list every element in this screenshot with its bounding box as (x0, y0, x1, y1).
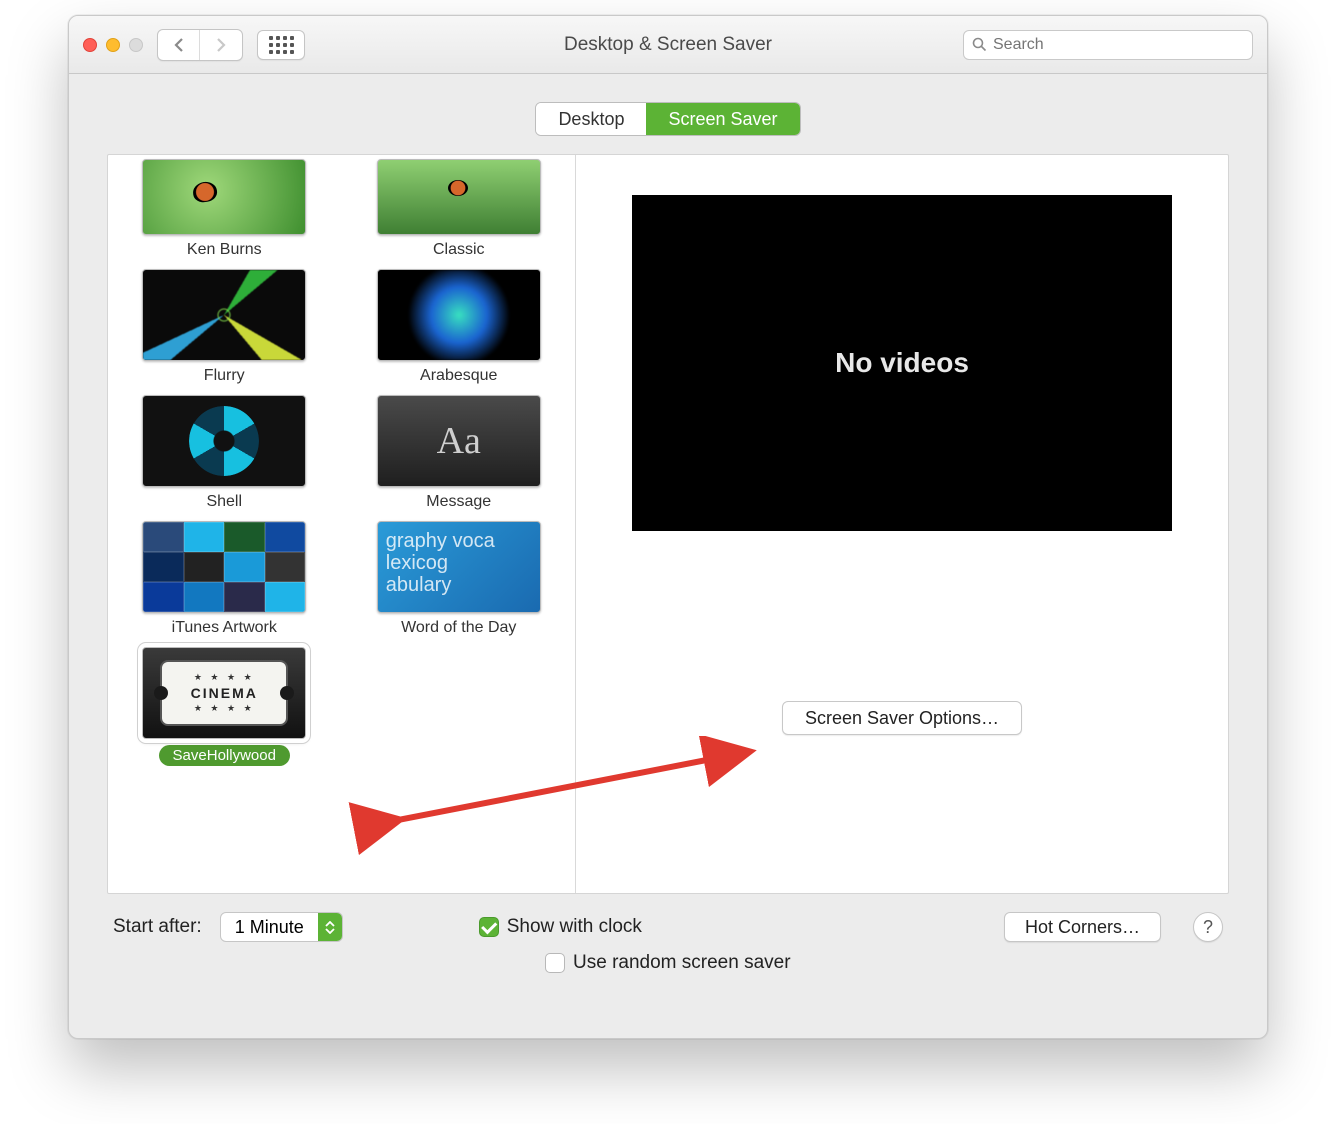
screensaver-label: iTunes Artwork (172, 619, 277, 637)
preview-area: No videos (632, 195, 1172, 531)
nav-buttons (157, 29, 243, 61)
search-input[interactable] (993, 36, 1244, 54)
start-after-label: Start after: (113, 916, 202, 938)
start-after-value: 1 Minute (221, 917, 318, 938)
start-after-dropdown[interactable]: 1 Minute (220, 912, 343, 942)
screensaver-label: SaveHollywood (159, 745, 290, 766)
show-all-button[interactable] (257, 30, 305, 60)
screensaver-list[interactable]: Ken Burns Classic Flurry Arabesque (108, 155, 576, 893)
screensaver-shell[interactable]: Shell (122, 395, 327, 511)
screensaver-ken-burns[interactable]: Ken Burns (122, 159, 327, 259)
thumbnail: graphy voca lexicog abulary (377, 521, 541, 613)
checkbox-icon (545, 953, 565, 973)
screensaver-label: Shell (206, 493, 242, 511)
screensaver-word-of-the-day[interactable]: graphy voca lexicog abulary Word of the … (357, 521, 562, 637)
minimize-icon[interactable] (106, 38, 120, 52)
screensaver-flurry[interactable]: Flurry (122, 269, 327, 385)
screensaver-itunes-artwork[interactable]: iTunes Artwork (122, 521, 327, 637)
ticket-icon: ★ ★ ★ ★ CINEMA ★ ★ ★ ★ (160, 660, 288, 726)
screensaver-label: Arabesque (420, 367, 497, 385)
thumbnail: ★ ★ ★ ★ CINEMA ★ ★ ★ ★ (142, 647, 306, 739)
preview-pane: No videos Screen Saver Options… (576, 155, 1228, 893)
hot-corners-button[interactable]: Hot Corners… (1004, 912, 1161, 942)
screensaver-arabesque[interactable]: Arabesque (357, 269, 562, 385)
window-controls (83, 38, 143, 52)
use-random-checkbox[interactable]: Use random screen saver (545, 952, 791, 974)
screensaver-savehollywood[interactable]: ★ ★ ★ ★ CINEMA ★ ★ ★ ★ SaveHollywood (122, 647, 327, 766)
thumbnail (142, 269, 306, 361)
show-with-clock-checkbox[interactable]: Show with clock (479, 916, 642, 938)
preferences-window: Desktop & Screen Saver Desktop Screen Sa… (68, 15, 1268, 1039)
maximize-icon (129, 38, 143, 52)
tab-desktop[interactable]: Desktop (536, 103, 646, 135)
close-icon[interactable] (83, 38, 97, 52)
titlebar: Desktop & Screen Saver (69, 16, 1267, 74)
thumbnail (142, 159, 306, 235)
forward-button[interactable] (200, 30, 242, 60)
thumbnail (142, 521, 306, 613)
help-button[interactable]: ? (1193, 912, 1223, 942)
screensaver-label: Message (426, 493, 491, 511)
thumbnail: Aa (377, 395, 541, 487)
thumbnail (377, 159, 541, 235)
checkbox-icon (479, 917, 499, 937)
screensaver-classic[interactable]: Classic (357, 159, 562, 259)
preview-message: No videos (835, 347, 969, 379)
screensaver-message[interactable]: Aa Message (357, 395, 562, 511)
thumbnail (142, 395, 306, 487)
grid-icon (269, 36, 294, 54)
bottom-controls: Start after: 1 Minute Show with clock Ho… (69, 912, 1267, 974)
screen-saver-options-button[interactable]: Screen Saver Options… (782, 701, 1022, 735)
search-field[interactable] (963, 30, 1253, 60)
tab-screen-saver[interactable]: Screen Saver (646, 103, 799, 135)
back-button[interactable] (158, 30, 200, 60)
stepper-icon (318, 913, 342, 941)
tab-bar: Desktop Screen Saver (69, 74, 1267, 136)
content-panel: Ken Burns Classic Flurry Arabesque (107, 154, 1229, 894)
screensaver-label: Classic (433, 241, 485, 259)
thumbnail (377, 269, 541, 361)
screensaver-label: Flurry (204, 367, 245, 385)
screensaver-label: Word of the Day (401, 619, 516, 637)
screensaver-label: Ken Burns (187, 241, 262, 259)
search-icon (972, 37, 987, 52)
